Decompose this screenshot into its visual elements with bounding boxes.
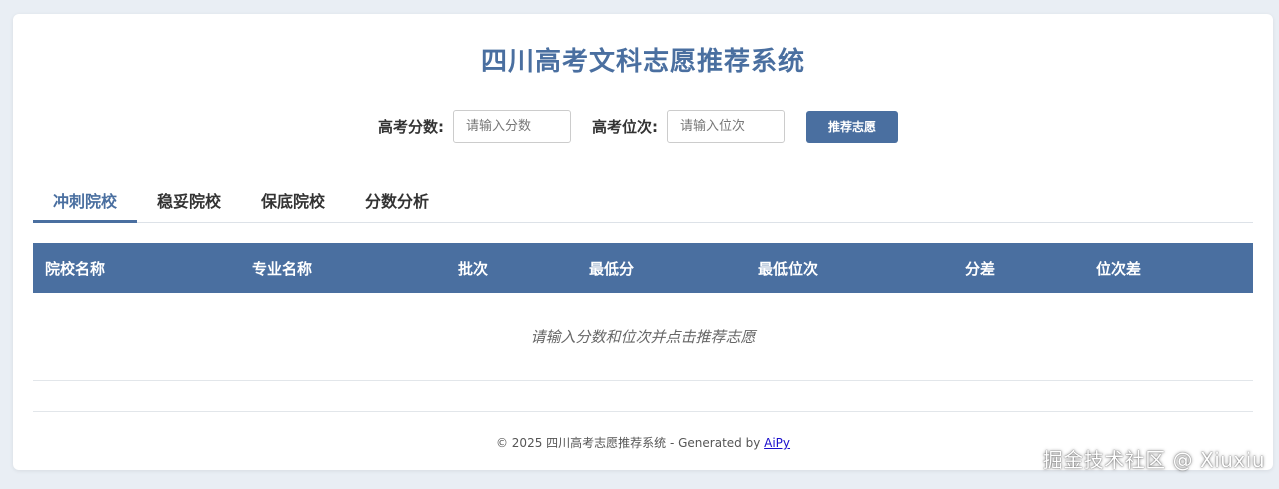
search-form: 高考分数: 高考位次: 推荐志愿	[378, 109, 898, 144]
watermark: 掘金技术社区 @ Xiuxiu	[1042, 448, 1265, 472]
col-score-diff: 分差	[965, 259, 996, 278]
rank-label: 高考位次:	[592, 118, 658, 136]
recommend-button[interactable]: 推荐志愿	[806, 110, 898, 143]
col-major-name: 专业名称	[252, 259, 313, 278]
results-table: 院校名称 专业名称 批次 最低分 最低位次 分差 位次差 请输入分数和位次并点击…	[33, 243, 1253, 381]
aipy-link[interactable]: AiPy	[764, 436, 790, 450]
table-header: 院校名称 专业名称 批次 最低分 最低位次 分差 位次差	[33, 243, 1253, 293]
tab-reach[interactable]: 冲刺院校	[33, 179, 138, 223]
tab-score-analysis[interactable]: 分数分析	[345, 179, 449, 221]
col-min-rank: 最低位次	[758, 259, 819, 278]
col-batch: 批次	[458, 259, 489, 278]
score-input[interactable]	[453, 110, 571, 143]
tab-bar: 冲刺院校 稳妥院校 保底院校 分数分析	[33, 179, 1253, 223]
footer-text: © 2025 四川高考志愿推荐系统 - Generated by	[495, 436, 765, 450]
col-rank-diff: 位次差	[1096, 259, 1142, 278]
empty-state-message: 请输入分数和位次并点击推荐志愿	[33, 293, 1253, 381]
tab-safety[interactable]: 保底院校	[241, 179, 345, 221]
rank-input[interactable]	[667, 110, 785, 143]
col-school-name: 院校名称	[45, 259, 106, 278]
tab-match[interactable]: 稳妥院校	[137, 179, 241, 221]
footer-divider	[33, 411, 1253, 412]
col-min-score: 最低分	[589, 259, 635, 278]
main-card: 四川高考文科志愿推荐系统 高考分数: 高考位次: 推荐志愿 冲刺院校 稳妥院校 …	[13, 14, 1273, 470]
page-title: 四川高考文科志愿推荐系统	[480, 47, 805, 77]
score-label: 高考分数:	[378, 118, 444, 136]
